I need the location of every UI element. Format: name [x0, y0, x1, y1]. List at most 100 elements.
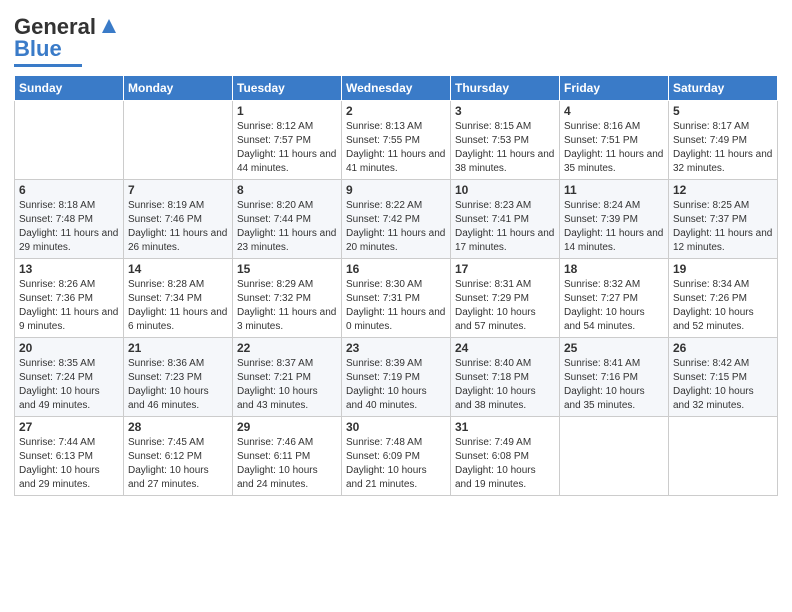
day-number: 1 [237, 104, 337, 118]
day-info: Sunrise: 8:26 AMSunset: 7:36 PMDaylight:… [19, 278, 119, 334]
day-info: Sunrise: 8:42 AMSunset: 7:15 PMDaylight:… [673, 357, 773, 413]
calendar-cell: 10 Sunrise: 8:23 AMSunset: 7:41 PMDayligh… [451, 180, 560, 259]
calendar-cell [124, 101, 233, 180]
main-container: General Blue SundayMondayTuesdayWednesda… [0, 0, 792, 504]
day-number: 27 [19, 420, 119, 434]
day-number: 12 [673, 183, 773, 197]
day-number: 5 [673, 104, 773, 118]
calendar-cell: 11 Sunrise: 8:24 AMSunset: 7:39 PMDayligh… [560, 180, 669, 259]
day-number: 23 [346, 341, 446, 355]
day-info: Sunrise: 8:22 AMSunset: 7:42 PMDaylight:… [346, 199, 446, 255]
calendar-cell: 19 Sunrise: 8:34 AMSunset: 7:26 PMDayligh… [669, 259, 778, 338]
calendar-cell: 3 Sunrise: 8:15 AMSunset: 7:53 PMDaylight… [451, 101, 560, 180]
day-number: 20 [19, 341, 119, 355]
day-number: 6 [19, 183, 119, 197]
logo: General Blue [14, 14, 120, 67]
calendar-week-3: 13Sunrise: 8:26 AMSunset: 7:36 PMDayligh… [15, 259, 778, 338]
day-number: 31 [455, 420, 555, 434]
calendar-week-5: 27 Sunrise: 7:44 AMSunset: 6:13 PMDayligh… [15, 417, 778, 496]
calendar-week-4: 20 Sunrise: 8:35 AMSunset: 7:24 PMDayligh… [15, 338, 778, 417]
calendar-cell: 26 Sunrise: 8:42 AMSunset: 7:15 PMDayligh… [669, 338, 778, 417]
calendar-cell: 6 Sunrise: 8:18 AMSunset: 7:48 PMDaylight… [15, 180, 124, 259]
calendar-cell: 13Sunrise: 8:26 AMSunset: 7:36 PMDayligh… [15, 259, 124, 338]
day-number: 14 [128, 262, 228, 276]
day-info: Sunrise: 8:17 AMSunset: 7:49 PMDaylight:… [673, 120, 773, 176]
day-number: 24 [455, 341, 555, 355]
logo-blue: Blue [14, 36, 62, 62]
day-info: Sunrise: 8:12 AMSunset: 7:57 PMDaylight:… [237, 120, 337, 176]
calendar-cell: 7 Sunrise: 8:19 AMSunset: 7:46 PMDaylight… [124, 180, 233, 259]
weekday-header-wednesday: Wednesday [342, 76, 451, 101]
day-info: Sunrise: 8:32 AMSunset: 7:27 PMDaylight:… [564, 278, 664, 334]
calendar-cell: 15Sunrise: 8:29 AMSunset: 7:32 PMDayligh… [233, 259, 342, 338]
calendar-cell: 12Sunrise: 8:25 AMSunset: 7:37 PMDayligh… [669, 180, 778, 259]
calendar-cell: 18 Sunrise: 8:32 AMSunset: 7:27 PMDayligh… [560, 259, 669, 338]
day-info: Sunrise: 8:36 AMSunset: 7:23 PMDaylight:… [128, 357, 228, 413]
weekday-header-friday: Friday [560, 76, 669, 101]
calendar-week-2: 6 Sunrise: 8:18 AMSunset: 7:48 PMDaylight… [15, 180, 778, 259]
logo-icon [98, 15, 120, 37]
header: General Blue [14, 10, 778, 67]
weekday-header-saturday: Saturday [669, 76, 778, 101]
day-info: Sunrise: 8:13 AMSunset: 7:55 PMDaylight:… [346, 120, 446, 176]
day-info: Sunrise: 8:24 AMSunset: 7:39 PMDaylight:… [564, 199, 664, 255]
day-number: 19 [673, 262, 773, 276]
day-number: 16 [346, 262, 446, 276]
day-number: 17 [455, 262, 555, 276]
calendar-cell: 27 Sunrise: 7:44 AMSunset: 6:13 PMDayligh… [15, 417, 124, 496]
calendar-week-1: 1 Sunrise: 8:12 AMSunset: 7:57 PMDaylight… [15, 101, 778, 180]
day-info: Sunrise: 7:45 AMSunset: 6:12 PMDaylight:… [128, 436, 228, 492]
day-info: Sunrise: 8:41 AMSunset: 7:16 PMDaylight:… [564, 357, 664, 413]
day-number: 9 [346, 183, 446, 197]
day-info: Sunrise: 8:35 AMSunset: 7:24 PMDaylight:… [19, 357, 119, 413]
weekday-header-row: SundayMondayTuesdayWednesdayThursdayFrid… [15, 76, 778, 101]
day-info: Sunrise: 8:34 AMSunset: 7:26 PMDaylight:… [673, 278, 773, 334]
calendar-cell: 29 Sunrise: 7:46 AMSunset: 6:11 PMDayligh… [233, 417, 342, 496]
day-info: Sunrise: 8:40 AMSunset: 7:18 PMDaylight:… [455, 357, 555, 413]
calendar-cell: 17Sunrise: 8:31 AMSunset: 7:29 PMDayligh… [451, 259, 560, 338]
day-number: 7 [128, 183, 228, 197]
calendar-cell [669, 417, 778, 496]
day-number: 10 [455, 183, 555, 197]
calendar-cell: 30 Sunrise: 7:48 AMSunset: 6:09 PMDayligh… [342, 417, 451, 496]
day-info: Sunrise: 7:44 AMSunset: 6:13 PMDaylight:… [19, 436, 119, 492]
calendar-cell: 2 Sunrise: 8:13 AMSunset: 7:55 PMDaylight… [342, 101, 451, 180]
day-info: Sunrise: 8:23 AMSunset: 7:41 PMDaylight:… [455, 199, 555, 255]
day-info: Sunrise: 8:20 AMSunset: 7:44 PMDaylight:… [237, 199, 337, 255]
day-number: 3 [455, 104, 555, 118]
calendar-cell: 20 Sunrise: 8:35 AMSunset: 7:24 PMDayligh… [15, 338, 124, 417]
day-info: Sunrise: 8:28 AMSunset: 7:34 PMDaylight:… [128, 278, 228, 334]
calendar-cell [560, 417, 669, 496]
day-info: Sunrise: 8:19 AMSunset: 7:46 PMDaylight:… [128, 199, 228, 255]
calendar-cell: 9 Sunrise: 8:22 AMSunset: 7:42 PMDaylight… [342, 180, 451, 259]
day-number: 29 [237, 420, 337, 434]
logo-underline [14, 64, 82, 67]
day-number: 18 [564, 262, 664, 276]
day-info: Sunrise: 8:16 AMSunset: 7:51 PMDaylight:… [564, 120, 664, 176]
calendar-cell: 1 Sunrise: 8:12 AMSunset: 7:57 PMDaylight… [233, 101, 342, 180]
calendar-table: SundayMondayTuesdayWednesdayThursdayFrid… [14, 75, 778, 496]
day-number: 28 [128, 420, 228, 434]
calendar-cell [15, 101, 124, 180]
calendar-cell: 14 Sunrise: 8:28 AMSunset: 7:34 PMDayligh… [124, 259, 233, 338]
day-number: 26 [673, 341, 773, 355]
day-number: 4 [564, 104, 664, 118]
day-number: 25 [564, 341, 664, 355]
day-info: Sunrise: 8:18 AMSunset: 7:48 PMDaylight:… [19, 199, 119, 255]
day-number: 30 [346, 420, 446, 434]
day-number: 8 [237, 183, 337, 197]
day-number: 2 [346, 104, 446, 118]
calendar-cell: 5 Sunrise: 8:17 AMSunset: 7:49 PMDaylight… [669, 101, 778, 180]
day-number: 22 [237, 341, 337, 355]
calendar-cell: 24 Sunrise: 8:40 AMSunset: 7:18 PMDayligh… [451, 338, 560, 417]
day-number: 11 [564, 183, 664, 197]
weekday-header-thursday: Thursday [451, 76, 560, 101]
day-info: Sunrise: 8:15 AMSunset: 7:53 PMDaylight:… [455, 120, 555, 176]
day-info: Sunrise: 8:37 AMSunset: 7:21 PMDaylight:… [237, 357, 337, 413]
weekday-header-monday: Monday [124, 76, 233, 101]
calendar-cell: 28 Sunrise: 7:45 AMSunset: 6:12 PMDayligh… [124, 417, 233, 496]
day-info: Sunrise: 7:48 AMSunset: 6:09 PMDaylight:… [346, 436, 446, 492]
calendar-cell: 21Sunrise: 8:36 AMSunset: 7:23 PMDayligh… [124, 338, 233, 417]
day-info: Sunrise: 8:30 AMSunset: 7:31 PMDaylight:… [346, 278, 446, 334]
day-info: Sunrise: 7:46 AMSunset: 6:11 PMDaylight:… [237, 436, 337, 492]
